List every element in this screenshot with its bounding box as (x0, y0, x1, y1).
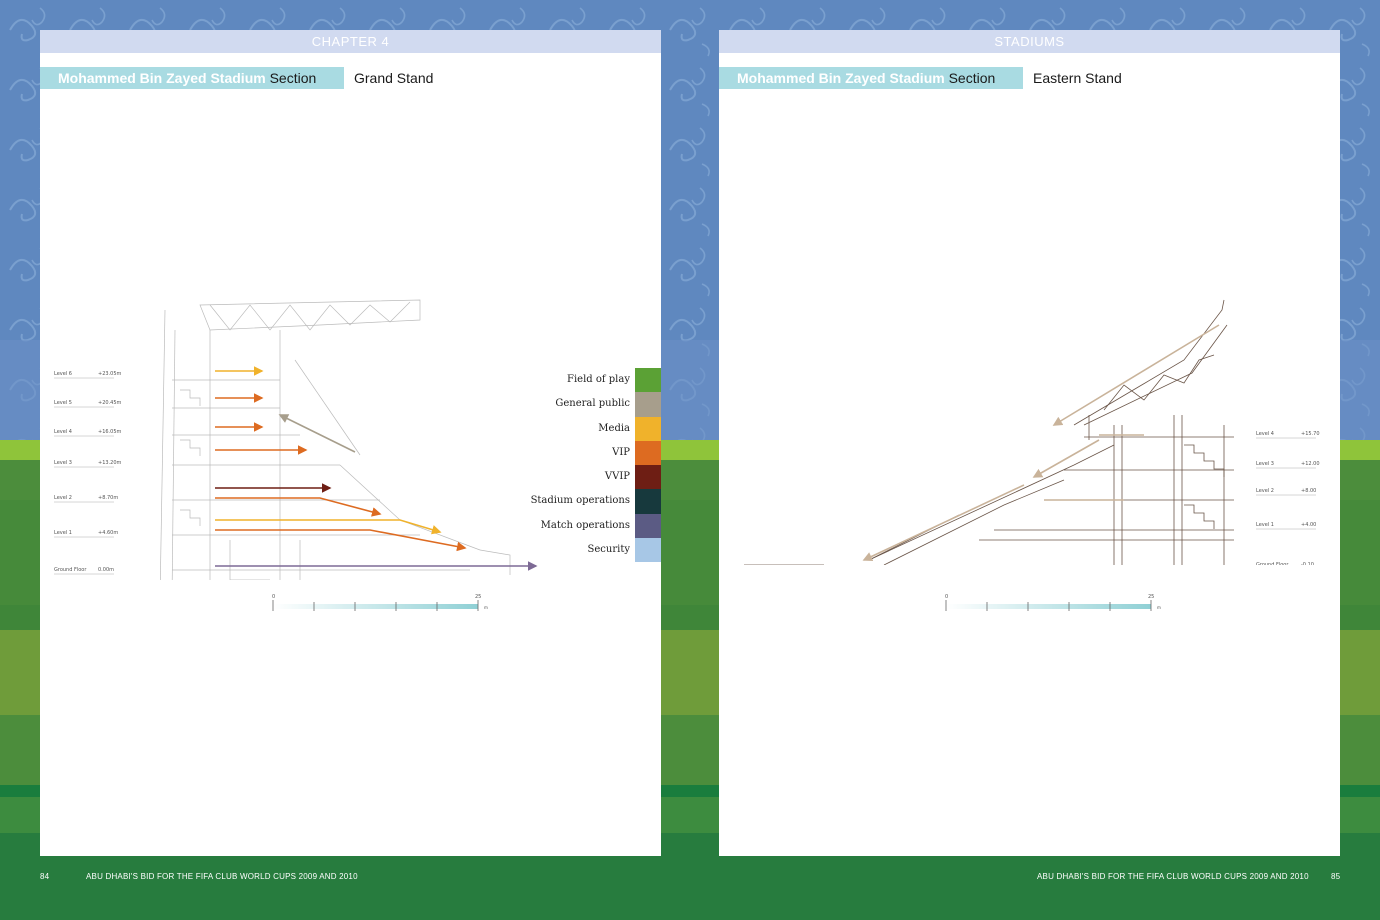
level-name: Level 2 (54, 495, 72, 501)
eastern-stand-section-drawing: Level 4 +15.70 Level 3 +12.00 Level 2 +8.00 Le… (744, 299, 1320, 565)
legend-label: Media (598, 422, 630, 434)
level-value: 0.00m (98, 567, 114, 573)
legend-item: Security (518, 538, 661, 563)
legend-swatch (635, 440, 661, 466)
legend-swatch (635, 368, 661, 393)
footer-text-right: ABU DHABI'S BID FOR THE FIFA CLUB WORLD … (1037, 872, 1309, 881)
level-value: +15.70 (1301, 431, 1320, 437)
level-value: +16.05m (98, 429, 122, 435)
page-number-left: 84 (40, 872, 50, 881)
stadium-name: Mohammed Bin Zayed Stadium (737, 70, 945, 86)
legend-label: Field of play (567, 374, 630, 385)
section-title-bar: Mohammed Bin Zayed Stadium Section (40, 67, 344, 89)
level-value: +23.05m (98, 371, 122, 377)
section-word: Section (944, 70, 996, 86)
level-value: +8.00 (1301, 488, 1316, 494)
section-word: Section (265, 70, 317, 86)
grand-stand-section-drawing: Level 6 +23.05m Level 5 +20.45m Level 4 +16.0… (54, 299, 538, 580)
section-title-bar: Mohammed Bin Zayed Stadium Section (719, 67, 1023, 89)
legend-label: Stadium operations (530, 495, 630, 507)
legend-item: VIP (518, 440, 661, 466)
legend-swatch (635, 392, 661, 417)
footer-text-left: ABU DHABI'S BID FOR THE FIFA CLUB WORLD … (86, 872, 358, 881)
scale-start: 0 (272, 594, 275, 600)
legend-label: Match operations (540, 519, 630, 531)
level-name: Level 6 (54, 371, 72, 377)
legend-swatch (635, 538, 661, 563)
level-value: +13.20m (98, 460, 122, 466)
level-value: +4.00 (1301, 522, 1316, 528)
stand-name: Eastern Stand (1033, 70, 1122, 86)
stand-name: Grand Stand (354, 70, 434, 86)
scale-end: 25 (1148, 594, 1154, 600)
level-value: +4.60m (98, 530, 118, 536)
left-page: CHAPTER 4 Mohammed Bin Zayed Stadium Sec… (40, 30, 661, 856)
legend-swatch (635, 513, 661, 539)
scale-bar: 0 25 m (945, 594, 1161, 611)
legend-item: VVIP (518, 465, 661, 490)
legend-label: Security (587, 544, 630, 556)
legend-label: General public (555, 398, 630, 410)
legend-label: VVIP (604, 471, 630, 483)
level-name: Level 1 (1256, 522, 1274, 528)
legend-item: Match operations (518, 513, 661, 539)
page-number-right: 85 (1331, 872, 1341, 881)
level-name: Level 3 (54, 460, 72, 466)
level-name: Ground Floor (1256, 562, 1289, 565)
level-name: Level 5 (54, 400, 72, 406)
level-name: Level 1 (54, 530, 72, 536)
level-value: -0.10 (1301, 562, 1314, 565)
legend-swatch (635, 489, 661, 514)
scale-unit: m (484, 605, 488, 610)
chapter-header: CHAPTER 4 (40, 30, 661, 53)
right-page: STADIUMS Mohammed Bin Zayed Stadium Sect… (719, 30, 1340, 856)
legend-item: Field of play (518, 368, 661, 393)
legend-swatch (635, 465, 661, 490)
legend-swatch (635, 416, 661, 441)
level-name: Level 4 (1256, 431, 1274, 437)
stadium-name: Mohammed Bin Zayed Stadium (58, 70, 266, 86)
level-name: Level 3 (1256, 461, 1274, 467)
legend-item: Media (518, 416, 661, 441)
level-name: Ground Floor (54, 567, 87, 573)
zone-legend: Field of play General public Media VIP VVIP S… (518, 368, 661, 563)
scale-unit: m (1157, 605, 1161, 610)
scale-start: 0 (945, 594, 948, 600)
legend-label: VIP (612, 446, 630, 458)
level-name: Level 2 (1256, 488, 1274, 494)
level-value: +8.70m (98, 495, 118, 501)
legend-item: General public (518, 392, 661, 417)
level-name: Level 4 (54, 429, 72, 435)
scale-bar: 0 25 m (272, 594, 488, 611)
chapter-header: STADIUMS (719, 30, 1340, 53)
scale-end: 25 (475, 594, 481, 600)
level-value: +20.45m (98, 400, 122, 406)
legend-item: Stadium operations (518, 489, 661, 514)
level-value: +12.00 (1301, 461, 1320, 467)
